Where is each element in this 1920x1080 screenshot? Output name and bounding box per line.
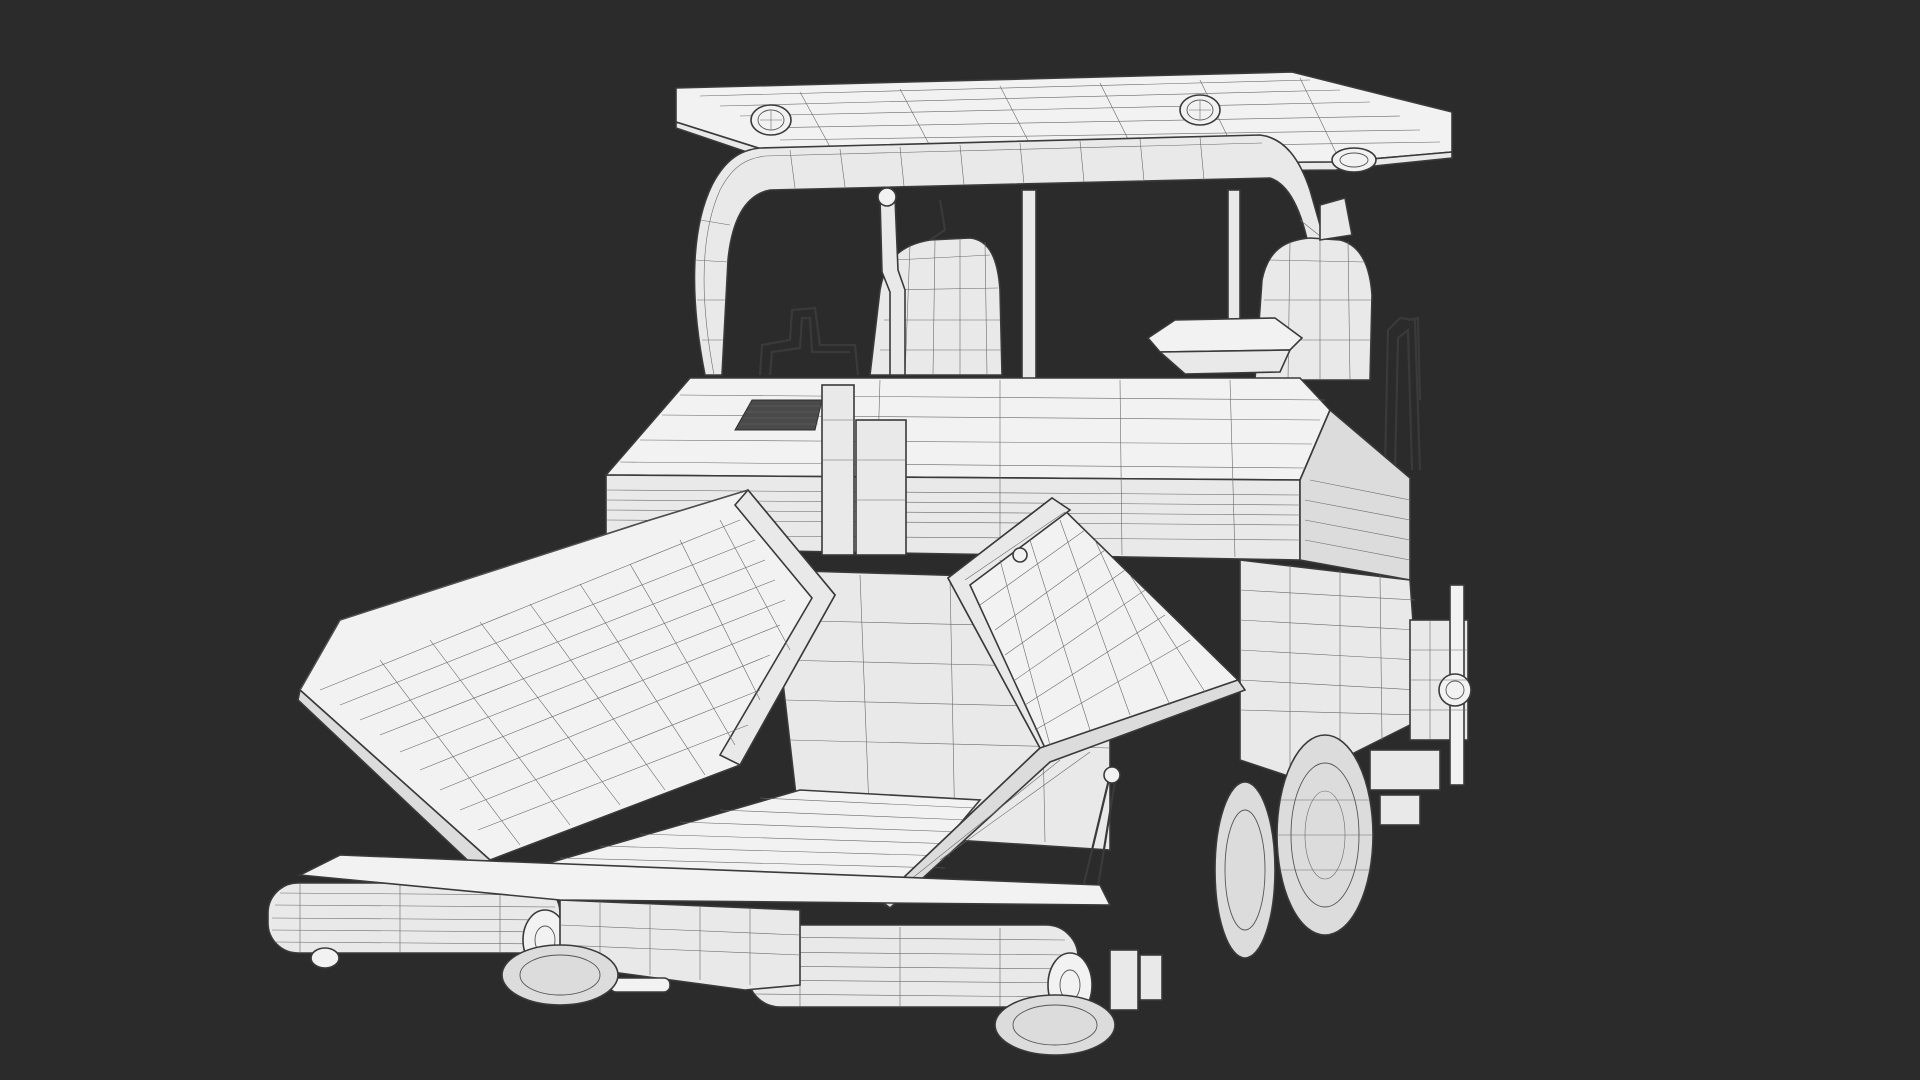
step-plate-right <box>1109 949 1163 1011</box>
render-viewport <box>0 0 1920 1080</box>
front-wheel-left <box>501 944 619 1006</box>
paver-wireframe-model <box>267 71 1472 1056</box>
roof-light-left-icon <box>750 104 792 136</box>
rear-wheel-right <box>1276 734 1374 936</box>
tow-eye-left <box>310 947 340 969</box>
front-wheel-right <box>994 994 1116 1056</box>
handrail-right <box>1383 316 1422 471</box>
roof-light-right-icon <box>1331 147 1377 173</box>
operator-seat-right <box>1146 196 1373 381</box>
handrail-left <box>758 306 860 376</box>
rear-wheel-left <box>1214 781 1276 959</box>
operator-seat-left <box>869 187 1003 376</box>
roof-light-center-icon <box>1179 94 1221 126</box>
